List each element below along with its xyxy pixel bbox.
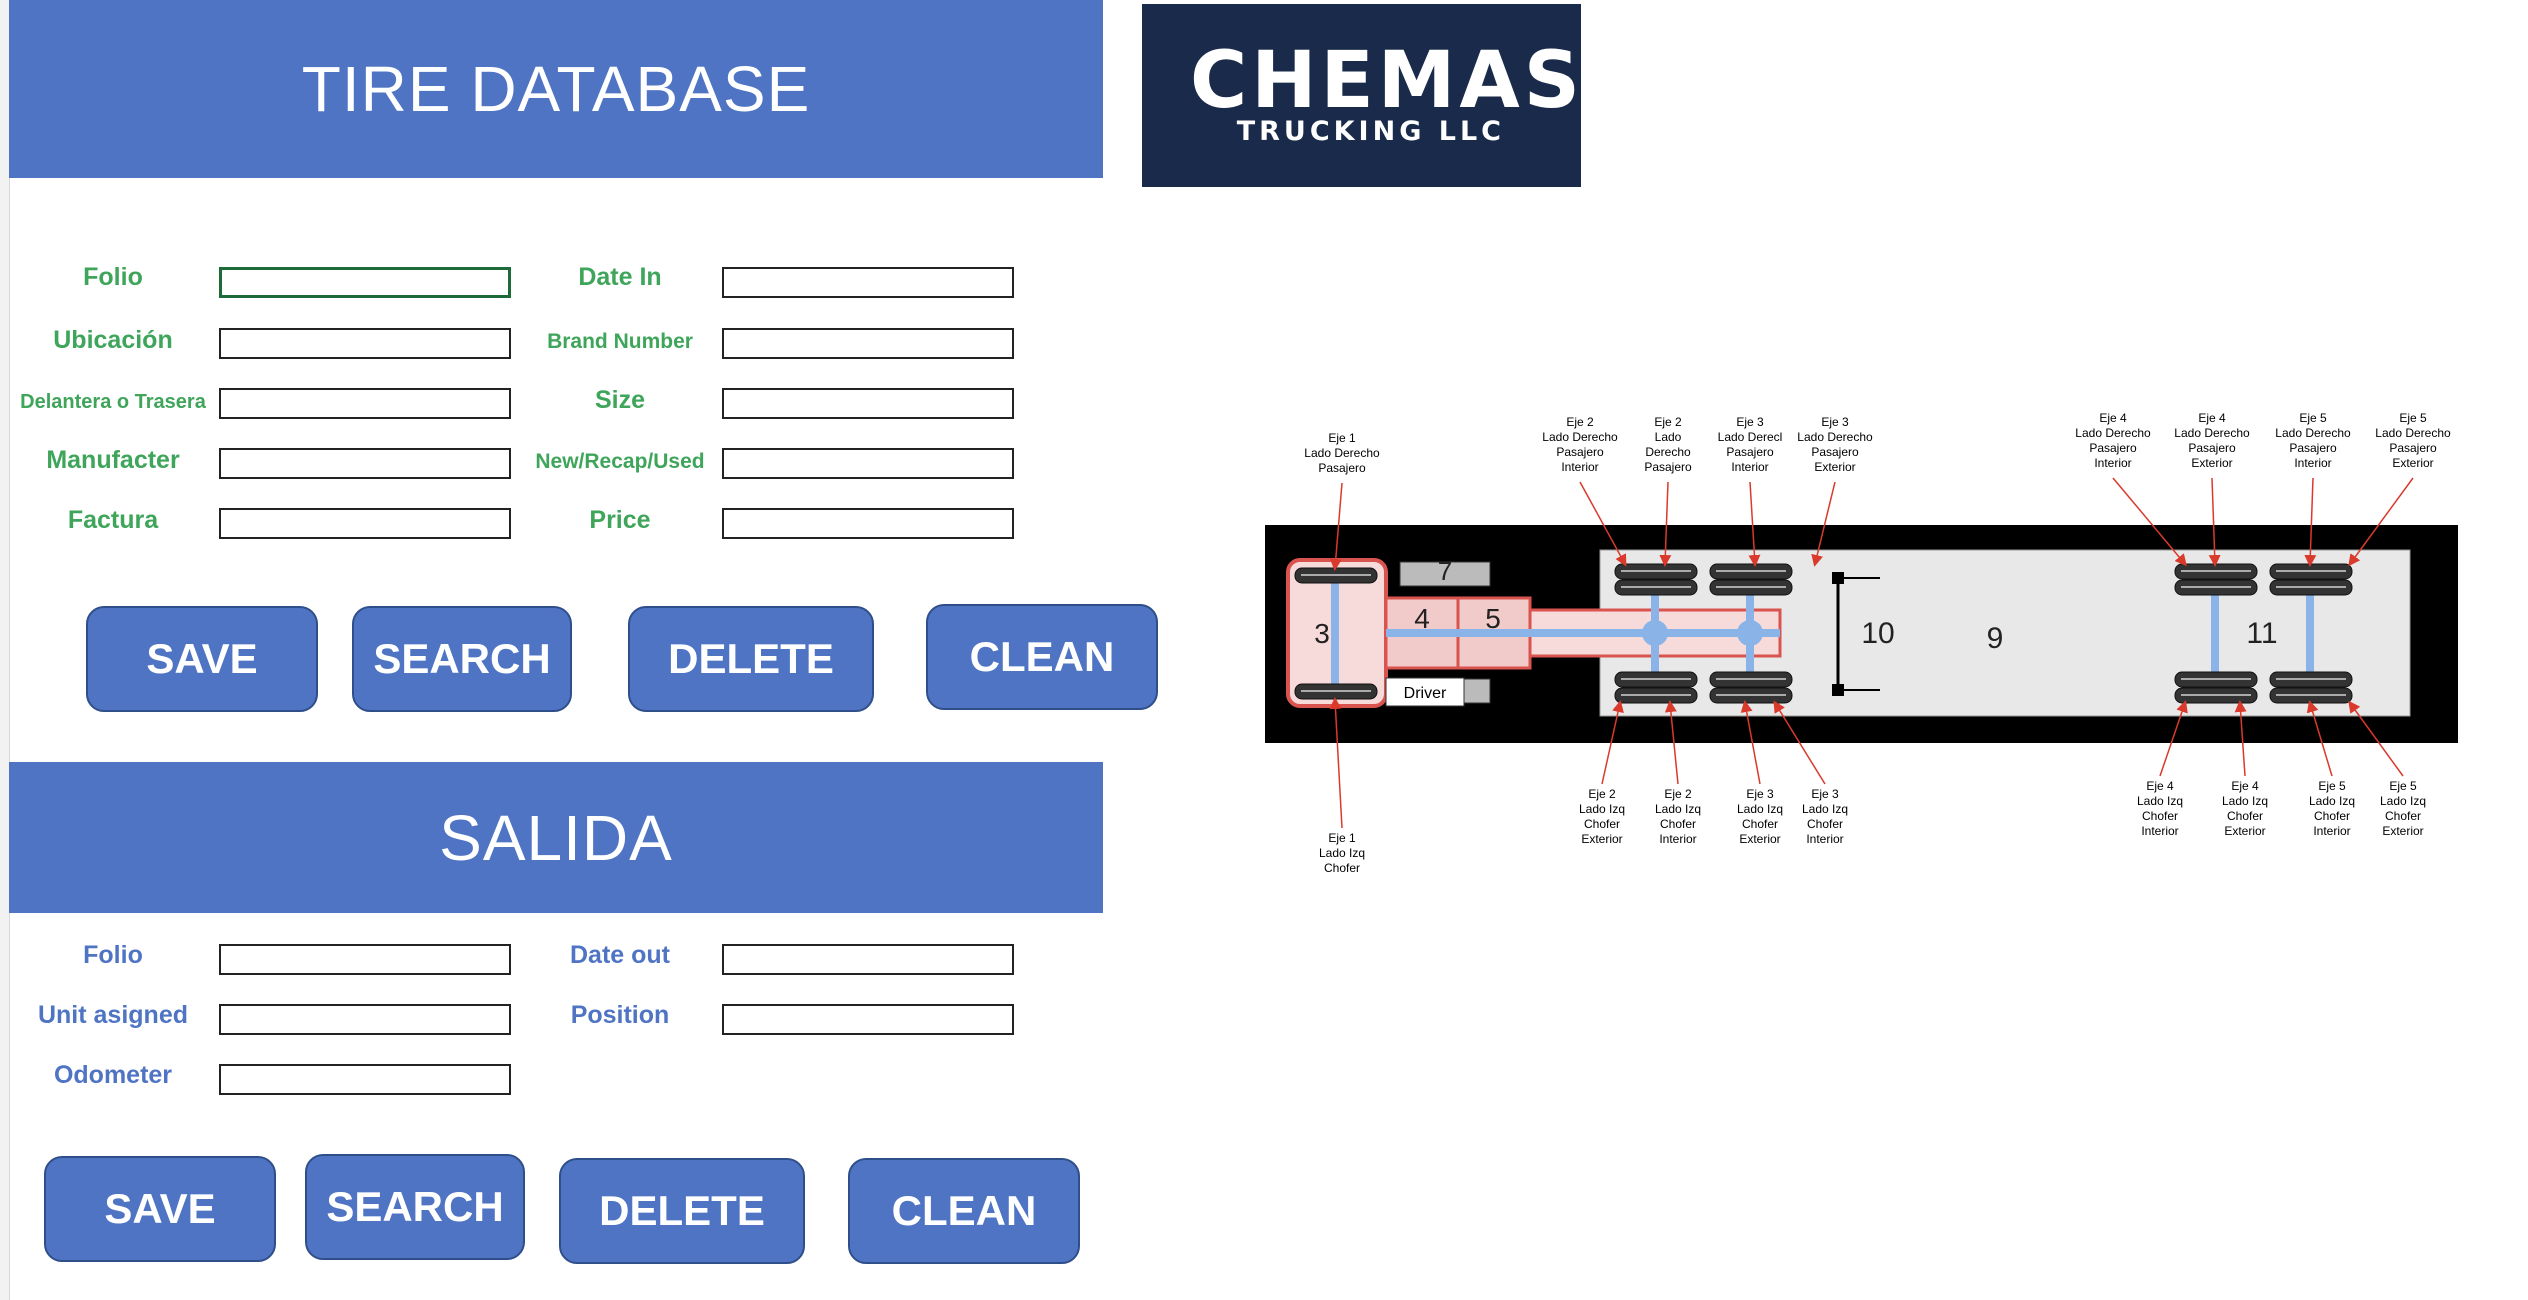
section-number-7: 7 [1438, 556, 1452, 586]
save-button[interactable]: SAVE [86, 606, 318, 712]
date-in-label: Date In [578, 263, 662, 291]
top-tire-label-5: Eje 3 Lado Derecho Pasajero Exterior [1797, 415, 1873, 474]
bottom-tire-label-9: Eje 5 Lado Izq Chofer Exterior [2380, 779, 2426, 838]
date-out-label: Date out [570, 941, 670, 969]
driver-label: Driver [1404, 685, 1447, 702]
top-tire-label-3: Eje 2 Lado Derecho Pasajero [1644, 415, 1692, 474]
odometer-field[interactable] [219, 1064, 511, 1095]
delantera-trasera-label: Delantera o Trasera [20, 391, 206, 413]
brand-number-field[interactable] [722, 328, 1014, 359]
ubicacion-field[interactable] [219, 328, 511, 359]
ubicacion-label: Ubicación [53, 326, 173, 354]
manufacter-field[interactable] [219, 448, 511, 479]
position-label: Position [570, 1001, 670, 1029]
top-tire-label-6: Eje 4 Lado Derecho Pasajero Interior [2075, 411, 2151, 470]
logo-name: CHEMAS [1190, 36, 1584, 126]
kingpin-cap-top [1832, 572, 1844, 584]
salida-delete-button[interactable]: DELETE [559, 1158, 805, 1264]
top-tire-label-7: Eje 4 Lado Derecho Pasajero Exterior [2174, 411, 2250, 470]
salida-save-button[interactable]: SAVE [44, 1156, 276, 1262]
bottom-tire-label-7: Eje 4 Lado Izq Chofer Exterior [2222, 779, 2268, 838]
delantera-trasera-field[interactable] [219, 388, 511, 419]
page-title: TIRE DATABASE [301, 53, 811, 125]
delete-button[interactable]: DELETE [628, 606, 874, 712]
section-number-10: 10 [1861, 617, 1894, 650]
top-tire-label-9: Eje 5 Lado Derecho Pasajero Exterior [2375, 411, 2451, 470]
manufacter-label: Manufacter [46, 446, 180, 474]
brand-number-label: Brand Number [547, 330, 693, 353]
spreadsheet-row-header-strip [0, 0, 10, 1300]
top-tire-label-2: Eje 2 Lado Derecho Pasajero Interior [1542, 415, 1618, 474]
position-field[interactable] [722, 1004, 1014, 1035]
factura-label: Factura [67, 506, 159, 534]
clean-button[interactable]: CLEAN [926, 604, 1158, 710]
folio-label: Folio [83, 263, 143, 291]
salida-banner: SALIDA [9, 762, 1103, 913]
new-recap-used-field[interactable] [722, 448, 1014, 479]
logo-subtitle: TRUCKING LLC [1236, 116, 1505, 147]
kingpin-cap-bottom [1832, 684, 1844, 696]
section-number-3: 3 [1314, 618, 1330, 649]
date-in-field[interactable] [722, 267, 1014, 298]
bottom-tire-label-4: Eje 3 Lado Izq Chofer Exterior [1737, 787, 1783, 846]
odometer-label: Odometer [53, 1061, 173, 1089]
salida-folio-label: Folio [83, 941, 143, 969]
bottom-tire-label-1: Eje 1 Lado Izq Chofer [1319, 831, 1365, 875]
company-logo: CHEMAS TRUCKING LLC [1142, 4, 1581, 187]
salida-clean-button[interactable]: CLEAN [848, 1158, 1080, 1264]
truck-tire-diagram: Driver 3 4 5 7 10 9 11 Eje 1 Lado Derecho Pasajer… [1265, 411, 2458, 875]
section-number-5: 5 [1485, 603, 1501, 634]
salida-title: SALIDA [439, 801, 673, 874]
axle-3-hub [1737, 620, 1763, 646]
top-tire-label-4: Eje 3 Lado Derecl Pasajero Interior [1718, 415, 1783, 474]
top-tire-label-1: Eje 1 Lado Derecho Pasajero [1304, 431, 1380, 475]
bottom-tire-label-8: Eje 5 Lado Izq Chofer Interior [2309, 779, 2355, 838]
new-recap-used-label: New/Recap/Used [535, 450, 705, 473]
date-out-field[interactable] [722, 944, 1014, 975]
unit-asigned-label: Unit asigned [37, 1001, 188, 1029]
section-number-11: 11 [2246, 617, 2277, 650]
search-button[interactable]: SEARCH [352, 606, 572, 712]
section-number-9: 9 [1987, 622, 2004, 655]
axle-2-hub [1642, 620, 1668, 646]
unit-asigned-field[interactable] [219, 1004, 511, 1035]
bottom-tire-label-5: Eje 3 Lado Izq Chofer Interior [1802, 787, 1848, 846]
bottom-tire-label-2: Eje 2 Lado Izq Chofer Exterior [1579, 787, 1625, 846]
folio-field[interactable] [219, 267, 511, 298]
bottom-tire-label-6: Eje 4 Lado Izq Chofer Interior [2137, 779, 2183, 838]
tire-database-banner: TIRE DATABASE [9, 0, 1103, 178]
salida-folio-field[interactable] [219, 944, 511, 975]
top-tire-label-8: Eje 5 Lado Derecho Pasajero Interior [2275, 411, 2351, 470]
price-field[interactable] [722, 508, 1014, 539]
size-field[interactable] [722, 388, 1014, 419]
salida-search-button[interactable]: SEARCH [305, 1154, 525, 1260]
price-label: Price [589, 506, 651, 534]
bottom-tire-label-3: Eje 2 Lado Izq Chofer Interior [1655, 787, 1701, 846]
section-number-4: 4 [1414, 603, 1430, 634]
factura-field[interactable] [219, 508, 511, 539]
size-label: Size [594, 386, 646, 414]
